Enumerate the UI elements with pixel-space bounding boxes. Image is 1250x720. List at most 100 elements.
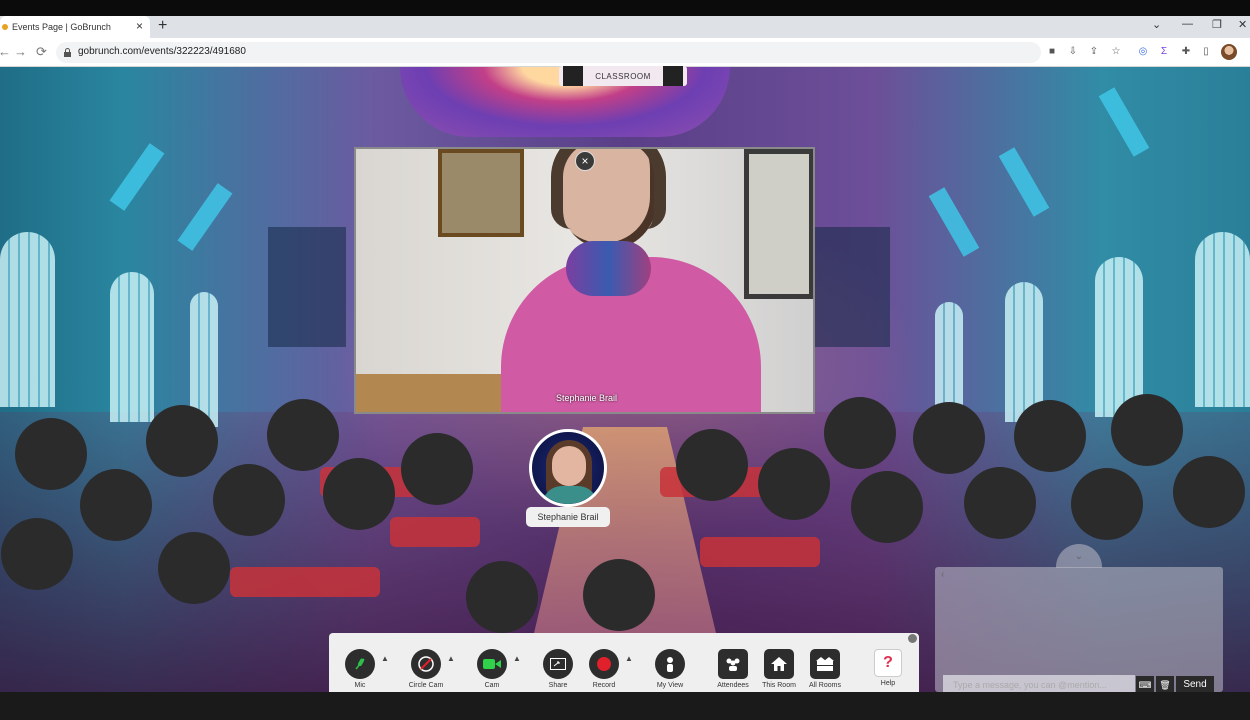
address-bar: ← → ⟳ gobrunch.com/events/322223/491680 … [0, 38, 1250, 67]
speaker-scarf [566, 241, 651, 296]
circle-cam-label: Circle Cam [408, 682, 444, 689]
person-icon[interactable] [655, 649, 685, 679]
reload-icon[interactable]: ⟳ [36, 44, 47, 60]
empty-seat[interactable] [146, 405, 218, 477]
window-left-2 [110, 272, 154, 422]
sigma-icon[interactable]: Σ [1158, 46, 1170, 58]
empty-seat[interactable] [851, 471, 923, 543]
minimize-button[interactable]: — [1182, 18, 1193, 30]
window-right-2 [1095, 257, 1143, 417]
circle-cam-caret-icon[interactable]: ▲ [447, 654, 455, 663]
empty-seat[interactable] [213, 464, 285, 536]
presenter-name: Stephanie Brail [526, 507, 610, 527]
share-icon[interactable]: ⇪ [1088, 46, 1100, 58]
wall-painting [438, 149, 524, 237]
url-field[interactable]: gobrunch.com/events/322223/491680 [56, 42, 1041, 63]
share-screen-icon[interactable] [543, 649, 573, 679]
attendees-label: Attendees [717, 682, 749, 689]
empty-seat[interactable] [824, 397, 896, 469]
empty-seat[interactable] [466, 561, 538, 633]
presenter-avatar[interactable] [529, 429, 607, 507]
empty-seat[interactable] [1014, 400, 1086, 472]
back-icon[interactable]: ← [0, 44, 11, 59]
ribbon-1 [109, 143, 165, 211]
room-control-bar: CLASSROOM [559, 66, 687, 86]
my-view-control[interactable]: My View [640, 649, 700, 689]
mic-icon[interactable] [345, 649, 375, 679]
sidepanel-icon[interactable]: ▯ [1200, 46, 1212, 58]
empty-seat[interactable] [1071, 468, 1143, 540]
tab-close-icon[interactable]: × [136, 19, 143, 33]
empty-seat[interactable] [80, 469, 152, 541]
forward-icon[interactable]: → [14, 44, 27, 59]
tab-gobrunch[interactable]: Events Page | GoBrunch × [0, 16, 150, 38]
seat-row [390, 517, 480, 547]
empty-seat[interactable] [758, 448, 830, 520]
empty-seat[interactable] [1173, 456, 1245, 528]
cam-caret-icon[interactable]: ▲ [513, 654, 521, 663]
speaker-hair [551, 149, 666, 229]
camera-icon[interactable]: ■ [1046, 46, 1058, 58]
window-right-1 [1195, 232, 1250, 407]
empty-seat[interactable] [1111, 394, 1183, 466]
close-window-button[interactable]: ✕ [1238, 18, 1247, 31]
empty-seat[interactable] [158, 532, 230, 604]
seat-row [230, 567, 380, 597]
top-black-bar [0, 0, 1250, 16]
my-view-label: My View [656, 682, 684, 689]
ribbon-2 [177, 183, 233, 251]
video-name-label: Stephanie Brail [555, 393, 618, 403]
empty-seat[interactable] [401, 433, 473, 505]
record-icon[interactable] [589, 649, 619, 679]
avatar-shirt [542, 486, 598, 504]
cam-label: Cam [484, 682, 500, 689]
exit-room-icon[interactable] [663, 66, 683, 86]
video-tile[interactable]: × Stephanie Brail [354, 147, 815, 414]
ribbon-5 [928, 187, 980, 257]
all-rooms-control[interactable]: All Rooms [795, 649, 855, 689]
banner-left [268, 227, 346, 347]
record-label: Record [592, 682, 616, 689]
mic-label: Mic [354, 682, 366, 689]
install-icon[interactable]: ⇩ [1067, 46, 1079, 58]
all-rooms-label: All Rooms [809, 682, 841, 689]
empty-seat[interactable] [583, 559, 655, 631]
room-label: CLASSROOM [595, 71, 651, 81]
empty-seat[interactable] [964, 467, 1036, 539]
star-icon[interactable]: ☆ [1110, 46, 1122, 58]
empty-seat[interactable] [267, 399, 339, 471]
lock-icon [64, 48, 71, 57]
wall-frame [744, 149, 813, 299]
tab-search-icon[interactable]: ⌄ [1152, 18, 1161, 31]
window-left-1 [0, 232, 55, 407]
toolbar-minimize-icon[interactable] [908, 634, 917, 643]
rooms-icon[interactable] [810, 649, 840, 679]
restore-button[interactable]: ❐ [1212, 18, 1222, 31]
circle-cam-icon[interactable] [411, 649, 441, 679]
profile-avatar[interactable] [1221, 44, 1237, 60]
chat-back-icon[interactable]: ‹ [941, 569, 944, 580]
camera-icon[interactable] [477, 649, 507, 679]
puzzle-icon[interactable]: ✚ [1180, 46, 1192, 58]
lock-room-icon[interactable] [563, 66, 583, 86]
attendees-icon[interactable] [718, 649, 748, 679]
empty-seat[interactable] [676, 429, 748, 501]
record-caret-icon[interactable]: ▲ [625, 654, 633, 663]
home-icon[interactable] [764, 649, 794, 679]
mic-caret-icon[interactable]: ▲ [381, 654, 389, 663]
empty-seat[interactable] [913, 402, 985, 474]
empty-seat[interactable] [1, 518, 73, 590]
close-video-icon[interactable]: × [575, 151, 595, 171]
url-text: gobrunch.com/events/322223/491680 [78, 46, 246, 57]
tab-strip: Events Page | GoBrunch × + ⌄ — ❐ ✕ [0, 16, 1250, 38]
help-icon[interactable]: ? [874, 649, 902, 677]
empty-seat[interactable] [15, 418, 87, 490]
this-room-label: This Room [762, 682, 796, 689]
new-tab-button[interactable]: + [158, 17, 167, 35]
extension-icon[interactable]: ◎ [1137, 46, 1149, 58]
empty-seat[interactable] [323, 458, 395, 530]
chat-panel: ‹ [935, 567, 1223, 692]
ribbon-4 [998, 147, 1050, 217]
help-control[interactable]: ? Help [858, 649, 918, 687]
favicon-icon [2, 24, 8, 30]
